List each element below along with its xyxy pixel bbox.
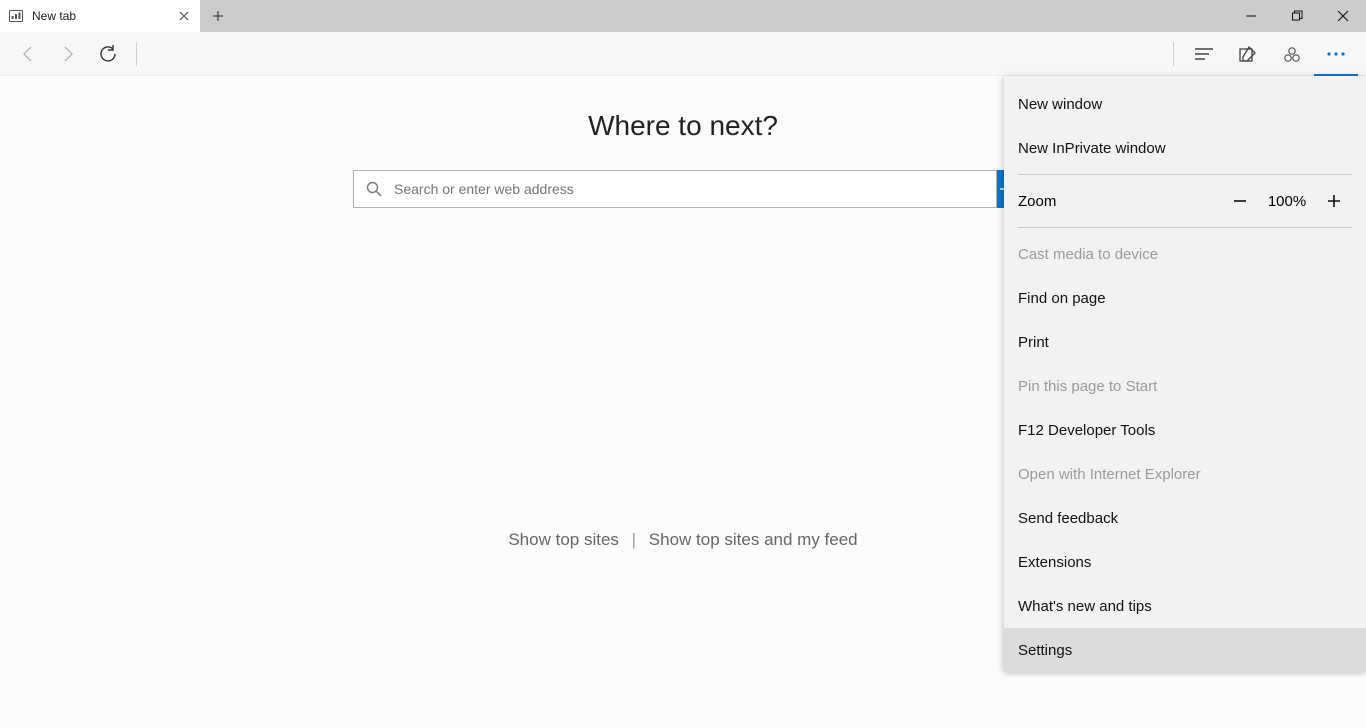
menu-zoom-row: Zoom 100% bbox=[1004, 179, 1366, 223]
options-separator: | bbox=[632, 530, 636, 549]
menu-extensions[interactable]: Extensions bbox=[1004, 540, 1366, 584]
tab-strip: New tab bbox=[0, 0, 1366, 32]
menu-open-ie: Open with Internet Explorer bbox=[1004, 452, 1366, 496]
window-maximize-button[interactable] bbox=[1274, 0, 1320, 32]
menu-devtools[interactable]: F12 Developer Tools bbox=[1004, 408, 1366, 452]
more-button[interactable] bbox=[1314, 32, 1358, 76]
menu-settings[interactable]: Settings bbox=[1004, 628, 1366, 672]
window-close-button[interactable] bbox=[1320, 0, 1366, 32]
tab-title: New tab bbox=[32, 9, 176, 23]
menu-cast: Cast media to device bbox=[1004, 232, 1366, 276]
refresh-button[interactable] bbox=[88, 34, 128, 74]
tab-favicon bbox=[8, 8, 24, 24]
menu-pin: Pin this page to Start bbox=[1004, 364, 1366, 408]
toolbar bbox=[0, 32, 1366, 76]
menu-find[interactable]: Find on page bbox=[1004, 276, 1366, 320]
menu-separator bbox=[1018, 174, 1352, 175]
menu-new-inprivate[interactable]: New InPrivate window bbox=[1004, 126, 1366, 170]
menu-new-window[interactable]: New window bbox=[1004, 82, 1366, 126]
zoom-value: 100% bbox=[1258, 193, 1316, 210]
search-input[interactable] bbox=[392, 180, 984, 198]
zoom-label: Zoom bbox=[1018, 193, 1222, 210]
tab-close-button[interactable] bbox=[176, 8, 192, 24]
new-tab-button[interactable] bbox=[200, 0, 236, 32]
show-top-sites-link[interactable]: Show top sites bbox=[508, 530, 619, 549]
back-button[interactable] bbox=[8, 34, 48, 74]
share-button[interactable] bbox=[1270, 32, 1314, 76]
zoom-in-button[interactable] bbox=[1316, 183, 1352, 219]
toolbar-separator bbox=[136, 42, 137, 66]
new-tab-page: Where to next? Show top sites | Show top… bbox=[0, 76, 1366, 728]
search-icon bbox=[366, 181, 382, 197]
web-note-button[interactable] bbox=[1226, 32, 1270, 76]
window-minimize-button[interactable] bbox=[1228, 0, 1274, 32]
zoom-out-button[interactable] bbox=[1222, 183, 1258, 219]
menu-feedback[interactable]: Send feedback bbox=[1004, 496, 1366, 540]
menu-separator bbox=[1018, 227, 1352, 228]
menu-whatsnew[interactable]: What's new and tips bbox=[1004, 584, 1366, 628]
show-top-sites-feed-link[interactable]: Show top sites and my feed bbox=[649, 530, 858, 549]
more-menu: New window New InPrivate window Zoom 100… bbox=[1004, 76, 1366, 672]
forward-button[interactable] bbox=[48, 34, 88, 74]
window-controls bbox=[1228, 0, 1366, 32]
toolbar-separator-right bbox=[1173, 42, 1174, 66]
search-bar bbox=[353, 170, 1013, 208]
menu-print[interactable]: Print bbox=[1004, 320, 1366, 364]
search-box[interactable] bbox=[353, 170, 997, 208]
tab-strip-spacer bbox=[236, 0, 1228, 32]
hub-button[interactable] bbox=[1182, 32, 1226, 76]
browser-tab[interactable]: New tab bbox=[0, 0, 200, 32]
